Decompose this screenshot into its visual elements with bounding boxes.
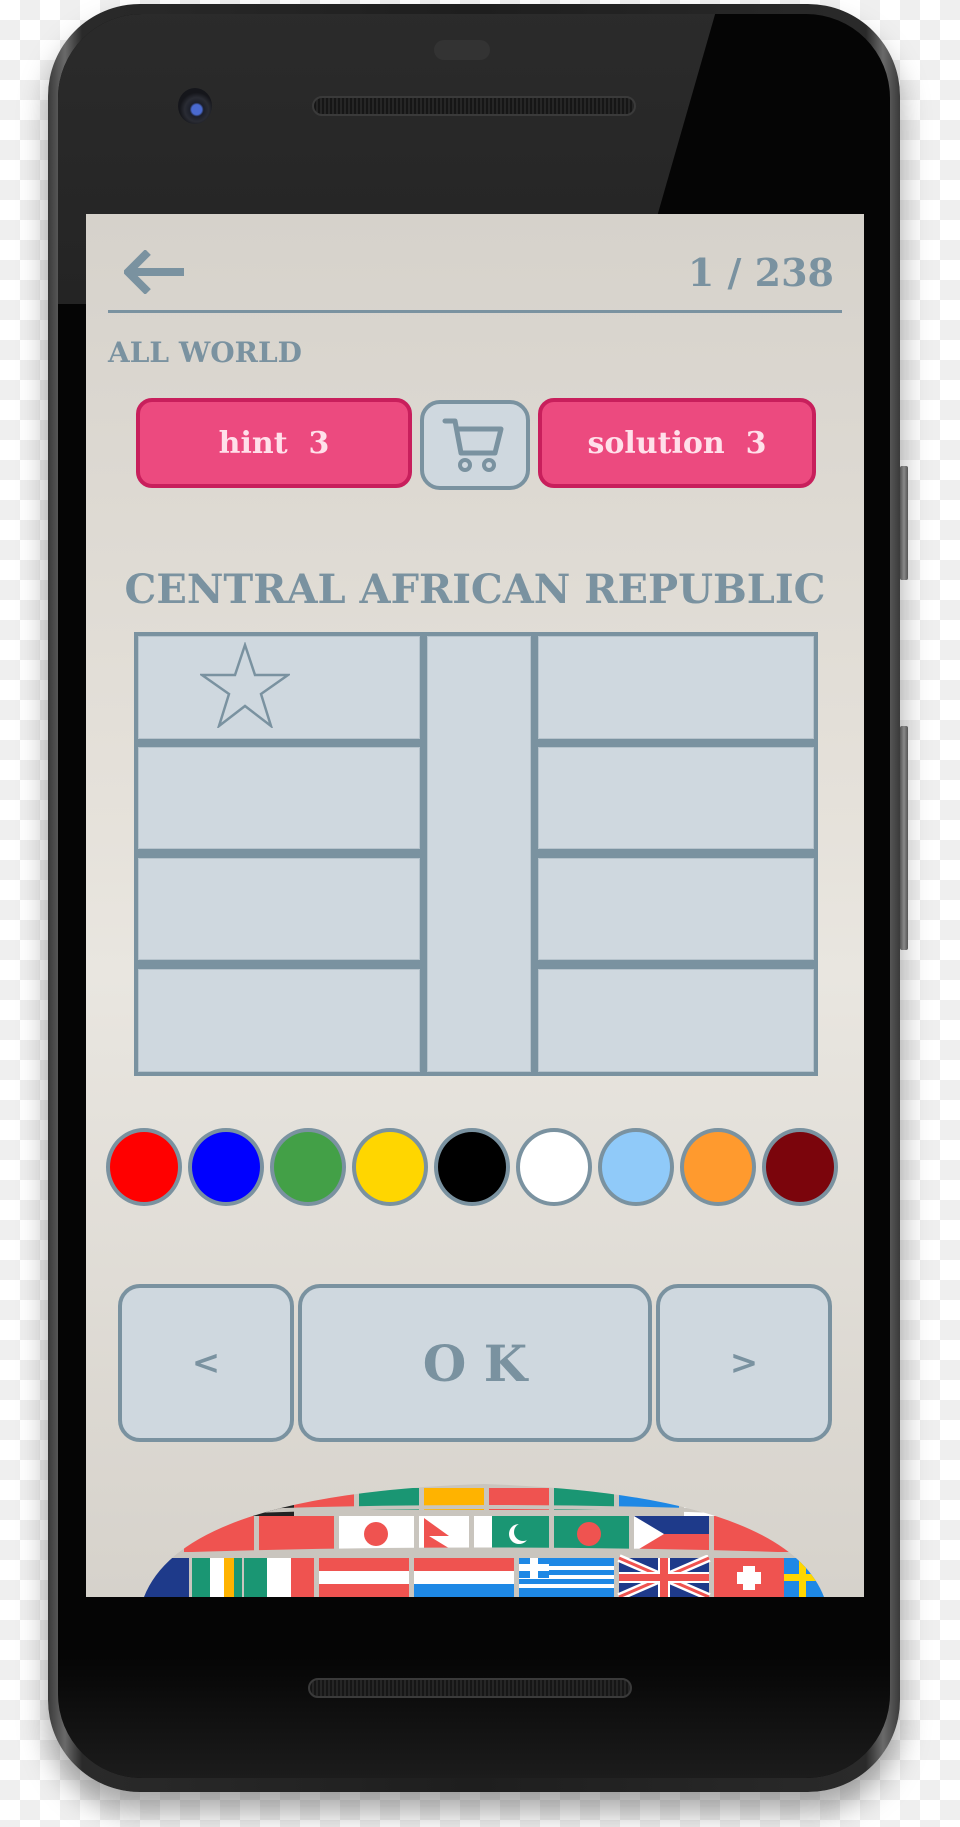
ok-label: O K — [422, 1333, 528, 1393]
app-screen: 1 / 238 ALL WORLD hint 3 solution 3 CENT… — [86, 214, 864, 1597]
shopping-cart-icon — [442, 418, 504, 472]
color-swatch-white[interactable] — [516, 1128, 592, 1206]
back-button[interactable] — [122, 249, 188, 295]
volume-button — [900, 726, 908, 950]
hint-button[interactable]: hint 3 — [136, 398, 412, 488]
proximity-sensor — [434, 40, 490, 60]
next-label: > — [729, 1343, 759, 1383]
color-palette — [106, 1128, 846, 1210]
top-bar: 1 / 238 — [108, 214, 842, 313]
previous-button[interactable]: < — [118, 1284, 294, 1442]
bezel-shade — [58, 1658, 890, 1778]
color-swatch-green[interactable] — [270, 1128, 346, 1206]
solution-button[interactable]: solution 3 — [538, 398, 816, 488]
flag-region-right-1[interactable] — [538, 636, 814, 739]
solution-label: solution 3 — [587, 425, 767, 461]
flag-canvas — [134, 632, 818, 1076]
color-swatch-blue[interactable] — [188, 1128, 264, 1206]
flag-region-left-3[interactable] — [138, 858, 420, 960]
next-button[interactable]: > — [656, 1284, 832, 1442]
previous-label: < — [191, 1343, 221, 1383]
flag-region-left-2[interactable] — [138, 747, 420, 849]
color-swatch-maroon[interactable] — [762, 1128, 838, 1206]
flags-globe-graphic — [144, 1484, 824, 1597]
power-button — [900, 466, 908, 580]
flag-region-right-4[interactable] — [538, 969, 814, 1072]
flag-region-center-band[interactable] — [427, 636, 531, 1072]
bottom-speaker — [308, 1678, 632, 1698]
front-camera — [178, 88, 212, 124]
hint-label: hint 3 — [218, 425, 330, 461]
progress-counter: 1 / 238 — [687, 250, 834, 295]
flags-globe-illustration — [144, 1474, 824, 1597]
flag-region-left-4[interactable] — [138, 969, 420, 1072]
shop-button[interactable] — [420, 400, 530, 490]
color-swatch-orange[interactable] — [680, 1128, 756, 1206]
category-label: ALL WORLD — [108, 336, 302, 369]
earpiece-speaker — [312, 96, 636, 116]
flag-region-left-1[interactable] — [138, 636, 420, 739]
star-outline-icon — [200, 642, 290, 728]
flag-region-right-3[interactable] — [538, 858, 814, 960]
color-swatch-light-blue[interactable] — [598, 1128, 674, 1206]
color-swatch-red[interactable] — [106, 1128, 182, 1206]
ok-button[interactable]: O K — [298, 1284, 652, 1442]
color-swatch-black[interactable] — [434, 1128, 510, 1206]
color-swatch-yellow[interactable] — [352, 1128, 428, 1206]
flag-region-right-2[interactable] — [538, 747, 814, 849]
arrow-left-icon — [122, 249, 184, 295]
country-name: CENTRAL AFRICAN REPUBLIC — [124, 566, 826, 613]
